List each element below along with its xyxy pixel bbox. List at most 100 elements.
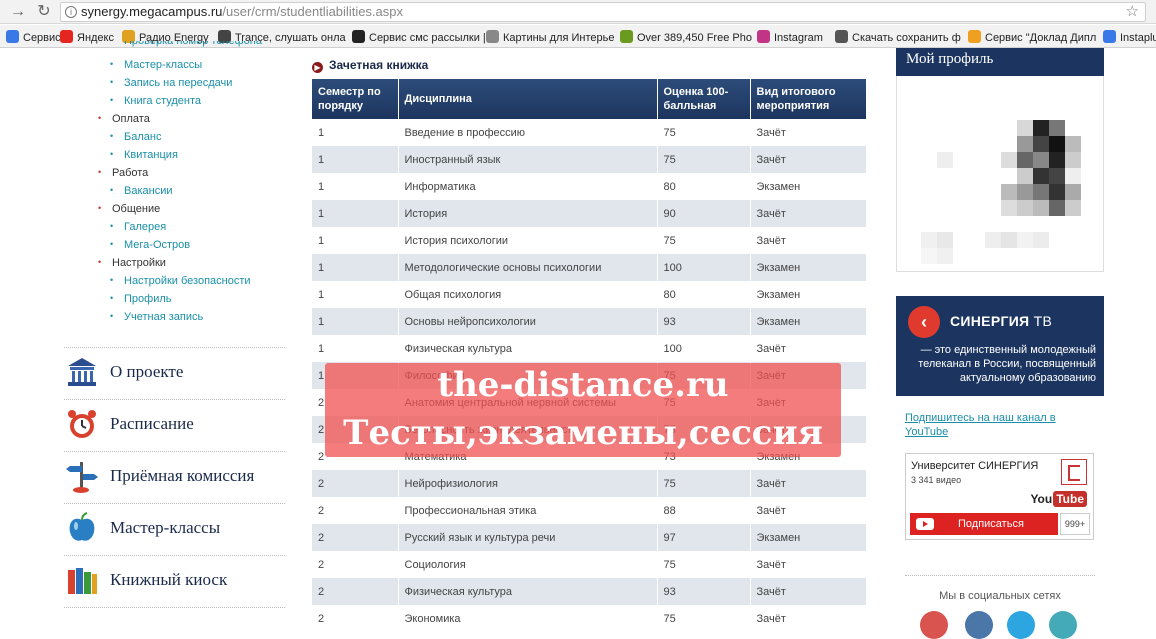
sidebar-link[interactable]: Баланс [110,131,162,143]
nav-item-label: Расписание [110,414,194,433]
cell-discipline: Введение в профессию [398,119,658,146]
yt-subscribe-label: Подписаться [958,518,1024,530]
cell-grade: 90 [657,200,751,227]
avatar-pixel [1001,232,1017,248]
instaplus-icon [1103,30,1116,43]
sidebar-link[interactable]: Квитанция [110,149,178,161]
yt-subscribe-button[interactable]: Подписаться [910,513,1058,535]
sidebar-link[interactable]: Мастер-классы [110,59,202,71]
profile-photo[interactable] [896,76,1104,272]
social-icon-1[interactable] [920,611,948,639]
bookmark-label: Сервис смс рассылки | [369,32,486,44]
nav-item[interactable]: О проекте [64,352,285,396]
bookmark-item[interactable]: Instagram [757,30,823,44]
cell-exam-type: Зачёт [750,146,866,173]
cell-grade: 80 [657,173,751,200]
avatar-pixel [1049,152,1065,168]
cell-discipline: Информатика [398,173,658,200]
arrow-right-icon: ▶ [312,62,323,73]
avatar-pixel [1001,184,1017,200]
social-label: Мы в социальных сетях [939,590,1061,602]
sidebar-link[interactable]: Запись на пересдачи [110,77,232,89]
doc-icon [968,30,981,43]
sidebar-item-phone-check[interactable]: Проверка номер телефона [124,41,262,49]
avatar-pixel [1033,232,1049,248]
cell-semester: 2 [312,470,399,497]
youtube-subscribe-link[interactable]: Подпишитесь на наш канал в YouTube [905,411,1095,439]
sidebar-group[interactable]: Настройки [98,257,166,269]
table-row: 1 Основы нейропсихологии 93 Экзамен [312,308,866,335]
reload-icon[interactable]: ↻ [34,2,54,22]
youtube-logo-icon: You Tube [1030,491,1087,507]
cell-exam-type: Зачёт [750,470,866,497]
social-icon-3[interactable] [1007,611,1035,639]
cell-exam-type: Зачёт [750,551,866,578]
divider [64,503,285,504]
nav-item[interactable]: Мастер-классы [64,508,285,552]
bookmark-item[interactable]: Instaplu [1103,30,1156,44]
cell-exam-type: Экзамен [750,524,866,551]
cell-grade: 97 [657,524,751,551]
cell-semester: 2 [312,605,399,632]
bookmark-star-icon[interactable]: ☆ [1126,3,1139,21]
bookmark-item[interactable]: Картины для Интерье [486,30,614,44]
sidebar-link[interactable]: Учетная запись [110,311,203,323]
col-grade: Оценка 100-балльная [657,79,751,119]
bookmark-item[interactable]: Сервис "Доклад Дипл [968,30,1096,44]
cell-semester: 2 [312,551,399,578]
cell-semester: 1 [312,227,399,254]
nav-item[interactable]: Расписание [64,404,285,448]
social-icon-4[interactable] [1049,611,1077,639]
cell-discipline: Профессиональная этика [398,497,658,524]
sidebar-link[interactable]: Профиль [110,293,171,305]
bookmark-item[interactable]: Яндекс [60,30,114,44]
forward-icon[interactable]: → [8,2,28,22]
nav-item[interactable]: Книжный киоск [64,560,285,604]
divider [64,451,285,452]
info-icon[interactable]: i [65,6,77,18]
cell-semester: 1 [312,254,399,281]
nav-item[interactable]: Приёмная комиссия [64,456,285,500]
sidebar-group[interactable]: Общение [98,203,160,215]
avatar-pixel [1001,200,1017,216]
nav-item-label: Книжный киоск [110,570,228,589]
avatar-pixel [1049,184,1065,200]
bookmark-item[interactable]: Over 389,450 Free Pho [620,30,752,44]
sidebar-group[interactable]: Оплата [98,113,150,125]
social-icon-2[interactable] [965,611,993,639]
youtube-widget: Университет СИНЕРГИЯ 3 341 видео You Tube… [905,453,1094,540]
cell-exam-type: Экзамен [750,173,866,200]
sidebar-link[interactable]: Мега-Остров [110,239,190,251]
sidebar-link[interactable]: Настройки безопасности [110,275,250,287]
cell-exam-type: Зачёт [750,578,866,605]
watermark-line1: the-distance.ru [437,365,729,405]
bookmark-item[interactable]: Скачать сохранить ф [835,30,961,44]
tv-title: СИНЕРГИЯ ТВ [950,313,1052,329]
synergy-tv-banner[interactable]: ‹ СИНЕРГИЯ ТВ — это единственный молодеж… [896,296,1104,396]
cell-semester: 1 [312,308,399,335]
col-discipline: Дисциплина [398,79,658,119]
sidebar-group[interactable]: Работа [98,167,148,179]
table-row: 1 Информатика 80 Экзамен [312,173,866,200]
sidebar-link[interactable]: Галерея [110,221,166,233]
table-row: 1 Введение в профессию 75 Зачёт [312,119,866,146]
col-semester: Семестр по порядку [312,79,399,119]
books-icon [64,562,100,598]
profile-title: Мой профиль [896,48,1104,76]
url-input[interactable]: i synergy.megacampus.ru/user/crm/student… [60,2,1146,22]
avatar-pixel [1033,152,1049,168]
synergy-logo-icon: ‹ [908,306,940,338]
cell-discipline: Социология [398,551,658,578]
yt-channel-name[interactable]: Университет СИНЕРГИЯ [911,460,1038,472]
avatar-pixel [1065,168,1081,184]
cell-discipline: Физическая культура [398,335,658,362]
tv-suffix: ТВ [1033,313,1053,329]
cell-grade: 75 [657,227,751,254]
cell-semester: 1 [312,146,399,173]
avatar-pixel [1049,120,1065,136]
cell-exam-type: Зачёт [750,119,866,146]
sidebar-link[interactable]: Вакансии [110,185,172,197]
avatar-pixel [1017,168,1033,184]
bookmark-item[interactable]: Сервис смс рассылки | [352,30,486,44]
sidebar-link[interactable]: Книга студента [110,95,201,107]
